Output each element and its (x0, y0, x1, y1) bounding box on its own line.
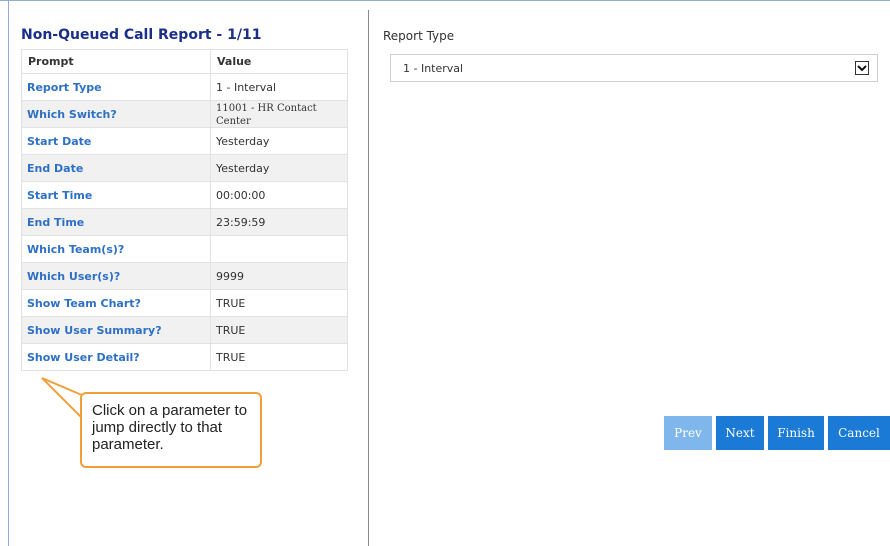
param-prompt-show-user-summary[interactable]: Show User Summary? (21, 316, 211, 344)
param-prompt-which-users[interactable]: Which User(s)? (21, 262, 211, 290)
param-row-which-teams[interactable]: Which Team(s)? (21, 235, 348, 263)
param-row-show-user-summary[interactable]: Show User Summary? TRUE (21, 316, 348, 344)
report-title: Non-Queued Call Report - 1/11 (21, 27, 262, 43)
param-row-which-switch[interactable]: Which Switch? 11001 - HR Contact Center (21, 100, 348, 128)
param-row-start-time[interactable]: Start Time 00:00:00 (21, 181, 348, 209)
chevron-down-icon[interactable] (855, 61, 869, 75)
value-column-header: Value (210, 49, 348, 74)
report-type-label: Report Type (383, 29, 455, 43)
param-value-which-teams (210, 235, 348, 263)
param-prompt-show-user-detail[interactable]: Show User Detail? (21, 343, 211, 371)
prev-button[interactable]: Prev (664, 416, 712, 450)
help-callout: Click on a parameter to jump directly to… (80, 392, 262, 468)
next-button[interactable]: Next (716, 416, 764, 450)
parameter-table-header: Prompt Value (21, 49, 348, 74)
param-value-end-date: Yesterday (210, 154, 348, 182)
param-row-end-time[interactable]: End Time 23:59:59 (21, 208, 348, 236)
param-prompt-show-team-chart[interactable]: Show Team Chart? (21, 289, 211, 317)
param-row-show-user-detail[interactable]: Show User Detail? TRUE (21, 343, 348, 371)
cancel-button[interactable]: Cancel (828, 416, 890, 450)
param-value-show-user-detail: TRUE (210, 343, 348, 371)
param-value-which-switch: 11001 - HR Contact Center (210, 100, 348, 128)
parameter-editor-panel: Report Type 1 - Interval Prev Next Finis… (380, 0, 890, 546)
param-prompt-end-date[interactable]: End Date (21, 154, 211, 182)
param-value-end-time: 23:59:59 (210, 208, 348, 236)
help-callout-text: Click on a parameter to jump directly to… (92, 402, 248, 453)
param-row-show-team-chart[interactable]: Show Team Chart? TRUE (21, 289, 348, 317)
param-prompt-start-time[interactable]: Start Time (21, 181, 211, 209)
param-value-show-user-summary: TRUE (210, 316, 348, 344)
param-value-which-users: 9999 (210, 262, 348, 290)
finish-button[interactable]: Finish (768, 416, 824, 450)
param-prompt-which-switch[interactable]: Which Switch? (21, 100, 211, 128)
frame-left-border (8, 0, 9, 546)
param-value-start-date: Yesterday (210, 127, 348, 155)
param-value-start-time: 00:00:00 (210, 181, 348, 209)
param-prompt-end-time[interactable]: End Time (21, 208, 211, 236)
param-row-start-date[interactable]: Start Date Yesterday (21, 127, 348, 155)
param-prompt-start-date[interactable]: Start Date (21, 127, 211, 155)
panel-divider[interactable] (368, 10, 369, 546)
switch-name-text: 11001 - HR Contact Center (216, 103, 317, 127)
report-type-selected-value: 1 - Interval (403, 61, 464, 75)
param-prompt-report-type[interactable]: Report Type (21, 73, 211, 101)
param-row-report-type[interactable]: Report Type 1 - Interval (21, 73, 348, 101)
param-value-show-team-chart: TRUE (210, 289, 348, 317)
param-prompt-which-teams[interactable]: Which Team(s)? (21, 235, 211, 263)
report-type-select[interactable]: 1 - Interval (390, 54, 878, 82)
prompt-column-header: Prompt (21, 49, 211, 74)
parameter-table: Prompt Value Report Type 1 - Interval Wh… (21, 49, 348, 371)
param-row-end-date[interactable]: End Date Yesterday (21, 154, 348, 182)
param-value-report-type: 1 - Interval (210, 73, 348, 101)
param-row-which-users[interactable]: Which User(s)? 9999 (21, 262, 348, 290)
